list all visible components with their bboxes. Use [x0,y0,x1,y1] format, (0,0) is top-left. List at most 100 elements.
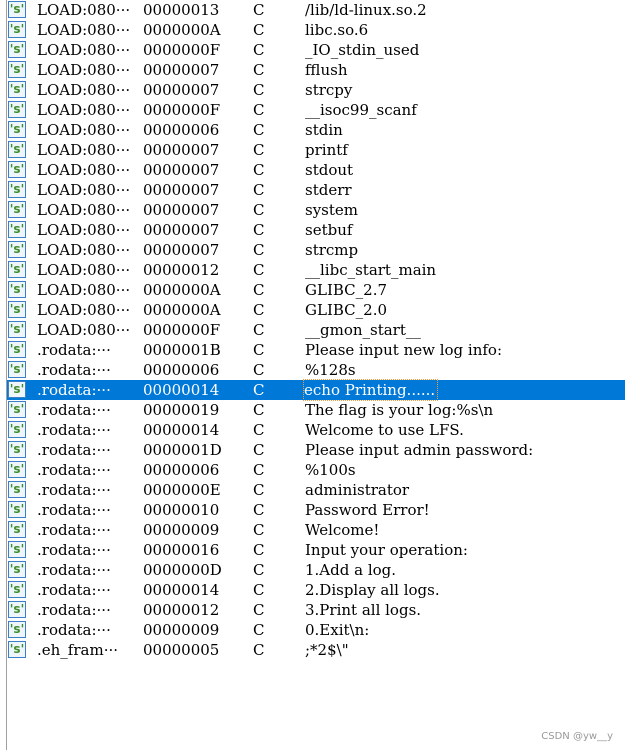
string-s-icon: 's' [8,561,26,578]
string-s-icon: 's' [8,501,26,518]
table-row[interactable]: 's' LOAD:080··· 00000013 C/lib/ld-linux.so.… [0,0,625,20]
table-row[interactable]: 's' LOAD:080··· 00000007 Cstderr [0,180,625,200]
table-row[interactable]: 's' LOAD:080··· 00000007 Cstrcpy [0,80,625,100]
table-row[interactable]: 's' LOAD:080··· 00000007 Cfflush [0,60,625,80]
table-row[interactable]: 's' LOAD:080··· 0000000A C GLIBC_2.7 [0,280,625,300]
type-cell: C [253,521,265,539]
string-cell: Please input new log info: [305,341,503,359]
length-cell: 0000000D [143,561,222,579]
string-s-icon: 's' [8,381,26,398]
address-cell: LOAD:080··· [37,61,131,79]
table-row[interactable]: 's' LOAD:080··· 0000000A Clibc.so.6 [0,20,625,40]
string-cell: Password Error! [305,501,430,519]
address-cell: .rodata:··· [37,361,111,379]
length-cell: 00000006 [143,361,220,379]
address-cell: LOAD:080··· [37,21,131,39]
string-s-icon: 's' [8,341,26,358]
table-row[interactable]: 's' .rodata:··· 0000001B C Please input new … [0,340,625,360]
address-cell: LOAD:080··· [37,141,131,159]
string-s-icon: 's' [8,261,26,278]
length-cell: 00000007 [143,221,220,239]
type-cell: C [253,121,265,139]
table-row[interactable]: 's' LOAD:080··· 00000007 Cstrcmp [0,240,625,260]
address-cell: .rodata:··· [37,421,111,439]
string-cell: The flag is your log:%s\n [305,401,494,419]
string-s-icon: 's' [8,541,26,558]
table-row[interactable]: 's' .rodata:··· 00000014 C 2.Display all log… [0,580,625,600]
table-row[interactable]: 's' .rodata:··· 00000010 C Password Error! [0,500,625,520]
address-cell: .rodata:··· [37,601,111,619]
table-row[interactable]: 's' .rodata:··· 00000009 C 0.Exit\n: [0,620,625,640]
string-s-icon: 's' [8,121,26,138]
string-cell: /lib/ld-linux.so.2 [305,1,427,19]
string-cell: __gmon_start__ [305,321,421,339]
address-cell: .rodata:··· [37,381,111,399]
string-cell: 1.Add a log. [305,561,397,579]
string-s-icon: 's' [8,221,26,238]
type-cell: C [253,641,265,659]
table-row[interactable]: 's' LOAD:080··· 00000007 Csetbuf [0,220,625,240]
type-cell: C [253,241,265,259]
table-row[interactable]: 's' .rodata:··· 0000000E Cadministrator [0,480,625,500]
length-cell: 0000000F [143,41,221,59]
address-cell: LOAD:080··· [37,181,131,199]
length-cell: 00000007 [143,141,220,159]
length-cell: 0000001B [143,341,221,359]
length-cell: 00000006 [143,461,220,479]
length-cell: 00000005 [143,641,220,659]
table-row[interactable]: 's' LOAD:080··· 00000007 Csystem [0,200,625,220]
type-cell: C [253,381,265,399]
length-cell: 00000014 [143,381,220,399]
string-s-icon: 's' [8,601,26,618]
table-row[interactable]: 's' LOAD:080··· 00000007 Cstdout [0,160,625,180]
watermark: CSDN @yw__y [541,731,613,742]
length-cell: 00000007 [143,241,220,259]
type-cell: C [253,561,265,579]
string-cell: echo Printing...... [302,379,439,401]
string-s-icon: 's' [8,321,26,338]
type-cell: C [253,221,265,239]
table-row[interactable]: 's' LOAD:080··· 0000000F C __isoc99_scanf [0,100,625,120]
length-cell: 00000007 [143,201,220,219]
length-cell: 00000019 [143,401,220,419]
table-row[interactable]: 's' .rodata:··· 00000012 C 3.Print all logs. [0,600,625,620]
table-row[interactable]: 's' .rodata:··· 00000016 C Input your operat… [0,540,625,560]
strings-list[interactable]: 's' LOAD:080··· 00000013 C/lib/ld-linux.so.… [0,0,625,660]
table-row[interactable]: 's' .rodata:··· 0000001D C Please input admi… [0,440,625,460]
address-cell: .rodata:··· [37,521,111,539]
table-row[interactable]: 's' LOAD:080··· 0000000F C __gmon_start__ [0,320,625,340]
length-cell: 0000000A [143,301,221,319]
string-cell: system [305,201,358,219]
address-cell: .rodata:··· [37,541,111,559]
type-cell: C [253,61,265,79]
string-s-icon: 's' [8,461,26,478]
string-cell: _IO_stdin_used [305,41,420,59]
table-row[interactable]: 's' LOAD:080··· 00000007 Cprintf [0,140,625,160]
address-cell: .rodata:··· [37,501,111,519]
type-cell: C [253,141,265,159]
length-cell: 00000009 [143,521,220,539]
string-cell: 0.Exit\n: [305,621,370,639]
table-row[interactable]: 's' LOAD:080··· 0000000A C GLIBC_2.0 [0,300,625,320]
table-row[interactable]: 's' LOAD:080··· 00000012 C __libc_start_main [0,260,625,280]
table-row[interactable]: 's' LOAD:080··· 00000006 Cstdin [0,120,625,140]
table-row[interactable]: 's' .rodata:··· 00000019 C The flag is your … [0,400,625,420]
table-row[interactable]: 's' .rodata:··· 00000006 C %128s [0,360,625,380]
table-row[interactable]: 's' LOAD:080··· 0000000F C _IO_stdin_used [0,40,625,60]
string-s-icon: 's' [8,301,26,318]
string-s-icon: 's' [8,281,26,298]
length-cell: 00000007 [143,181,220,199]
string-s-icon: 's' [8,481,26,498]
table-row[interactable]: 's' .rodata:··· 00000009 C Welcome! [0,520,625,540]
table-row[interactable]: 's' .rodata:··· 0000000D C 1.Add a log. [0,560,625,580]
table-row[interactable]: 's' .rodata:··· 00000014 C Welcome to use LF… [0,420,625,440]
string-cell: setbuf [305,221,353,239]
string-cell: %100s [305,461,356,479]
table-row[interactable]: 's' .rodata:··· 00000006 C %100s [0,460,625,480]
table-row-selected[interactable]: 's' .rodata:··· 00000014 Cecho Printing....… [7,379,625,401]
type-cell: C [253,41,265,59]
string-s-icon: 's' [8,521,26,538]
string-cell: stdin [305,121,343,139]
string-s-icon: 's' [8,361,26,378]
table-row[interactable]: 's' .eh_fram··· 00000005 C ;*2$\" [0,640,625,660]
